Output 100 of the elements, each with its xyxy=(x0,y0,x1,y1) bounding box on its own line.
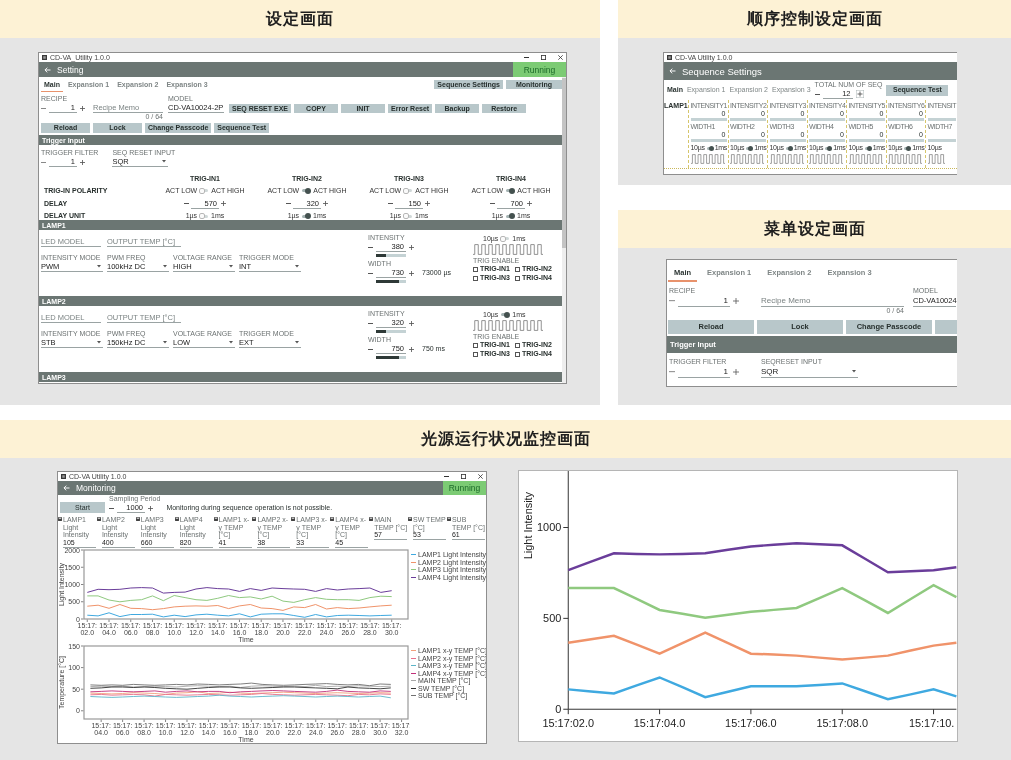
toggle-switch[interactable] xyxy=(824,145,833,151)
caret-icon xyxy=(163,265,167,268)
square-icon xyxy=(291,517,296,521)
slider-track[interactable] xyxy=(376,280,406,283)
maximize-icon[interactable] xyxy=(461,474,466,479)
minus-icon[interactable] xyxy=(41,161,46,163)
square-icon xyxy=(96,517,101,521)
toggle-switch[interactable] xyxy=(505,213,516,219)
toggle-switch[interactable] xyxy=(903,145,912,151)
toggle-switch[interactable] xyxy=(705,145,714,151)
checkbox[interactable] xyxy=(515,342,520,348)
toggle-switch[interactable] xyxy=(403,187,414,194)
section-header: 菜单设定画面 xyxy=(618,210,1011,248)
minus-icon[interactable] xyxy=(368,322,373,324)
plus-icon[interactable] xyxy=(323,201,328,206)
toggle-switch[interactable] xyxy=(863,145,872,151)
plus-icon[interactable] xyxy=(221,201,226,206)
slider-track[interactable] xyxy=(809,118,845,121)
status-indicator: Running xyxy=(443,481,486,495)
slider-track[interactable] xyxy=(888,139,924,142)
recipe-field[interactable]: 1 xyxy=(678,295,730,307)
plus-icon[interactable] xyxy=(409,320,414,326)
slider-track[interactable] xyxy=(690,118,727,121)
plus-icon[interactable] xyxy=(733,298,739,304)
minus-icon[interactable] xyxy=(41,107,46,109)
checkbox[interactable] xyxy=(515,266,520,272)
toggle-switch[interactable] xyxy=(500,311,511,318)
slider-track[interactable] xyxy=(769,118,806,121)
square-wave-icon xyxy=(848,154,883,164)
toggle-switch[interactable] xyxy=(301,213,312,219)
close-icon[interactable] xyxy=(558,55,563,60)
checkbox[interactable] xyxy=(515,351,520,357)
plus-icon[interactable] xyxy=(409,346,414,352)
checkbox[interactable] xyxy=(515,275,520,281)
slider-track[interactable] xyxy=(730,118,766,121)
toggle-switch[interactable] xyxy=(745,145,754,151)
plus-icon[interactable] xyxy=(148,505,153,511)
plus-icon[interactable] xyxy=(409,270,414,276)
toggle-switch[interactable] xyxy=(500,235,511,242)
plus-icon[interactable] xyxy=(527,201,532,206)
slider-track[interactable] xyxy=(769,139,806,142)
square-wave-icon xyxy=(473,320,543,331)
slider-track[interactable] xyxy=(927,118,957,121)
slider-track[interactable] xyxy=(927,139,957,142)
seq-reset-dropdown[interactable]: SQR xyxy=(761,366,858,378)
slider-track[interactable] xyxy=(888,118,924,121)
filter-field[interactable]: 1 xyxy=(678,366,730,378)
toggle-switch[interactable] xyxy=(301,187,312,194)
minus-icon[interactable] xyxy=(368,272,373,274)
minus-icon[interactable] xyxy=(109,507,114,509)
axis-tick-label: 15:17:04.0 xyxy=(633,717,686,730)
slider-track[interactable] xyxy=(848,139,885,142)
slider-track[interactable] xyxy=(376,356,406,359)
toggle-switch[interactable] xyxy=(505,187,516,194)
y-axis xyxy=(80,549,84,620)
screen-title: Sequence Settings xyxy=(682,65,762,77)
slider-track[interactable] xyxy=(730,139,766,142)
slider-track[interactable] xyxy=(376,330,406,333)
maximize-icon[interactable] xyxy=(541,55,546,60)
legend-line-icon xyxy=(411,665,416,667)
plus-icon[interactable] xyxy=(855,90,864,98)
toggle-switch[interactable] xyxy=(199,187,210,194)
back-arrow-icon[interactable] xyxy=(63,485,70,491)
minus-icon[interactable] xyxy=(368,246,373,248)
minus-icon[interactable] xyxy=(814,93,820,95)
memo-field[interactable]: Recipe Memo xyxy=(761,295,904,307)
toggle-switch[interactable] xyxy=(199,213,210,219)
checkbox[interactable] xyxy=(473,342,478,348)
square-icon xyxy=(58,517,62,521)
square-wave-icon xyxy=(690,154,725,164)
toggle-switch[interactable] xyxy=(784,145,793,151)
caret-icon xyxy=(852,370,856,373)
slider-track[interactable] xyxy=(690,139,727,142)
legend-line-icon xyxy=(411,657,416,659)
back-arrow-icon[interactable] xyxy=(669,68,676,74)
plus-icon[interactable] xyxy=(733,369,739,375)
slider-track[interactable] xyxy=(809,139,845,142)
scrollbar-thumb[interactable] xyxy=(562,78,566,248)
slider-track[interactable] xyxy=(376,254,406,257)
square-wave-icon xyxy=(888,154,922,164)
scrollbar[interactable] xyxy=(562,77,566,383)
plus-icon[interactable] xyxy=(80,159,85,165)
back-arrow-icon[interactable] xyxy=(44,66,51,73)
minus-icon[interactable] xyxy=(368,348,373,350)
slider-track[interactable] xyxy=(848,118,885,121)
app-icon xyxy=(42,55,47,60)
toggle-switch[interactable] xyxy=(403,213,414,219)
checkbox[interactable] xyxy=(473,275,478,281)
square-wave-icon xyxy=(769,154,804,164)
close-icon[interactable] xyxy=(478,474,483,479)
square-wave-icon xyxy=(473,244,543,255)
checkbox[interactable] xyxy=(473,351,478,357)
plus-icon[interactable] xyxy=(425,201,430,206)
square-wave-icon xyxy=(927,154,945,164)
checkbox[interactable] xyxy=(473,266,478,272)
plus-icon[interactable] xyxy=(409,244,414,250)
legend-line-icon xyxy=(411,687,416,689)
screen-title: Monitoring xyxy=(76,483,116,493)
plus-icon[interactable] xyxy=(80,105,85,111)
legend-line-icon xyxy=(411,650,416,652)
